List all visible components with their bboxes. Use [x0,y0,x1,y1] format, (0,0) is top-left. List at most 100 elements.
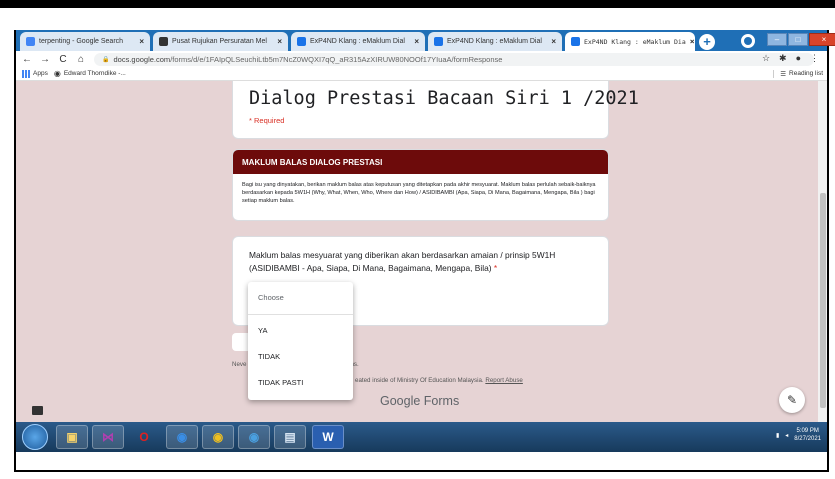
forms-icon [571,37,580,46]
forward-icon[interactable]: → [38,54,52,65]
tab-label: Pusat Rujukan Persuratan Mel [172,38,267,45]
clock-time: 5:09 PM [796,428,819,434]
browser-tab-strip: terpenting - Google Search × Pusat Rujuk… [16,30,835,51]
url-host: docs.google.com [113,54,171,64]
footer-prefix: Neve [232,361,247,368]
home-icon[interactable]: ⌂ [74,54,88,65]
feedback-icon[interactable] [32,406,43,415]
page-scrollbar[interactable] [818,81,827,422]
form-page: Dialog Prestasi Bacaan Siri 1 /2021 * Re… [16,81,818,422]
choose-dropdown-menu[interactable]: Choose YA TIDAK TIDAK PASTI [248,282,353,400]
question-label: Maklum balas mesyuarat yang diberikan ak… [249,250,556,273]
brand-google: Google [380,394,421,408]
minimize-button[interactable]: – [767,33,787,46]
close-icon[interactable]: × [273,37,282,46]
lock-icon: 🔒 [102,56,110,63]
browser-toolbar-icons: ☆ ✱ ● ⋮ [762,53,819,64]
address-bar-row: ← → C ⌂ 🔒 docs.google.com/forms/d/e/1FAI… [16,51,827,67]
edit-fab-button[interactable]: ✎ [779,387,805,413]
report-abuse-link[interactable]: Report Abuse [485,377,523,384]
bookmark-label: Apps [33,70,48,77]
window-close-button[interactable]: × [809,33,835,46]
dropdown-option-tidak[interactable]: TIDAK [258,352,280,361]
web-icon: ◉ [53,69,61,78]
close-icon[interactable]: × [686,37,695,46]
extension-icon[interactable]: ✱ [779,53,787,64]
close-icon[interactable]: × [410,37,419,46]
maximize-button[interactable]: □ [788,33,808,46]
section-card: MAKLUM BALAS DIALOG PRESTASI Bagi isu ya… [232,149,609,221]
form-title-card: Dialog Prestasi Bacaan Siri 1 /2021 * Re… [232,81,639,139]
top-black-bar [0,0,835,8]
pencil-icon: ✎ [786,393,798,407]
file-explorer-icon[interactable]: ▣ [56,425,88,449]
opera-icon[interactable]: O [128,425,160,449]
reading-list-icon: ☰ [780,70,787,78]
frame-border [14,470,829,472]
required-mark: * [493,263,498,273]
dropdown-placeholder[interactable]: Choose [258,293,284,302]
chrome-profile-icon[interactable] [741,34,755,48]
frame-border [827,30,829,472]
dropdown-divider [248,314,353,315]
brand-forms: Forms [423,394,460,408]
new-tab-button[interactable]: + [699,34,715,50]
web-icon [159,37,168,46]
chrome-icon[interactable]: ◉ [166,425,198,449]
chrome-canary-icon[interactable]: ◉ [202,425,234,449]
network-icon[interactable]: ▮ [776,432,779,439]
url-path: /forms/d/e/1FAIpQLSeuchiLtb5m7NcZ0WQXI7q… [170,54,503,64]
browser-tab-active[interactable]: ExP4ND Klang : eMaklum Dia × [565,32,695,51]
tab-label: ExP4ND Klang : eMaklum Dial [310,38,405,45]
bookmark-apps[interactable]: Apps [22,69,48,78]
tab-label: ExP4ND Klang : eMaklum Dia [584,37,686,46]
star-icon[interactable]: ☆ [762,53,770,64]
back-icon[interactable]: ← [20,54,34,65]
menu-icon[interactable]: ⋮ [810,53,819,64]
windows-taskbar: ▣ ⋈ O ◉ ◉ ◉ ▤ W ▮ ◂ 5:09 PM 8/27/2021 [16,422,827,452]
window-controls: – □ × [767,33,835,47]
section-title: MAKLUM BALAS DIALOG PRESTASI [233,150,608,174]
google-icon [26,37,35,46]
required-note: * Required [249,116,285,125]
chrome-beta-icon[interactable]: ◉ [238,425,270,449]
forms-icon [434,37,443,46]
reading-list-button[interactable]: ☰ Reading list [773,69,823,78]
reload-icon[interactable]: C [56,54,70,65]
browser-tab[interactable]: ExP4ND Klang : eMaklum Dial × [291,32,425,51]
clock[interactable]: 5:09 PM 8/27/2021 [794,427,821,443]
volume-icon[interactable]: ◂ [785,432,788,439]
system-tray: ▮ ◂ 5:09 PM 8/27/2021 [776,427,821,443]
word-icon[interactable]: W [312,425,344,449]
section-description: Bagi isu yang dinyatakan, berikan maklum… [242,182,596,204]
browser-tab[interactable]: Pusat Rujukan Persuratan Mel × [153,32,288,51]
notepad-icon[interactable]: ▤ [274,425,306,449]
media-player-icon[interactable]: ⋈ [92,425,124,449]
browser-tab[interactable]: ExP4ND Klang : eMaklum Dial × [428,32,562,51]
form-title: Dialog Prestasi Bacaan Siri 1 /2021 [249,88,639,109]
apps-icon [22,69,30,78]
dropdown-option-ya[interactable]: YA [258,326,267,335]
profile-icon[interactable]: ● [796,53,801,64]
clock-date: 8/27/2021 [794,436,821,442]
footer-org-text: eated inside of Ministry Of Education Ma… [355,377,484,384]
close-icon[interactable]: × [547,37,556,46]
bookmarks-bar: Apps ◉ Edward Thorndike -... ☰ Reading l… [16,67,827,81]
google-forms-logo[interactable]: Google Forms [380,394,459,408]
screenshot-frame: terpenting - Google Search × Pusat Rujuk… [0,0,835,479]
url-input[interactable]: 🔒 docs.google.com/forms/d/e/1FAIpQLSeuch… [94,52,814,66]
scrollbar-thumb[interactable] [820,193,826,408]
tab-label: terpenting - Google Search [39,38,124,45]
start-button[interactable] [22,424,48,450]
browser-tab[interactable]: terpenting - Google Search × [20,32,150,51]
dropdown-option-tidak-pasti[interactable]: TIDAK PASTI [258,378,303,387]
close-icon[interactable]: × [135,37,144,46]
forms-icon [297,37,306,46]
footer-org-line: eated inside of Ministry Of Education Ma… [355,377,523,384]
question-text: Maklum balas mesyuarat yang diberikan ak… [249,249,603,275]
bookmark-label: Edward Thorndike -... [63,70,126,77]
footer-disclaimer: Neve ogle Forms. [232,361,359,368]
tab-label: ExP4ND Klang : eMaklum Dial [447,38,542,45]
bookmark-item[interactable]: ◉ Edward Thorndike -... [54,69,126,78]
reading-list-label: Reading list [789,70,823,77]
